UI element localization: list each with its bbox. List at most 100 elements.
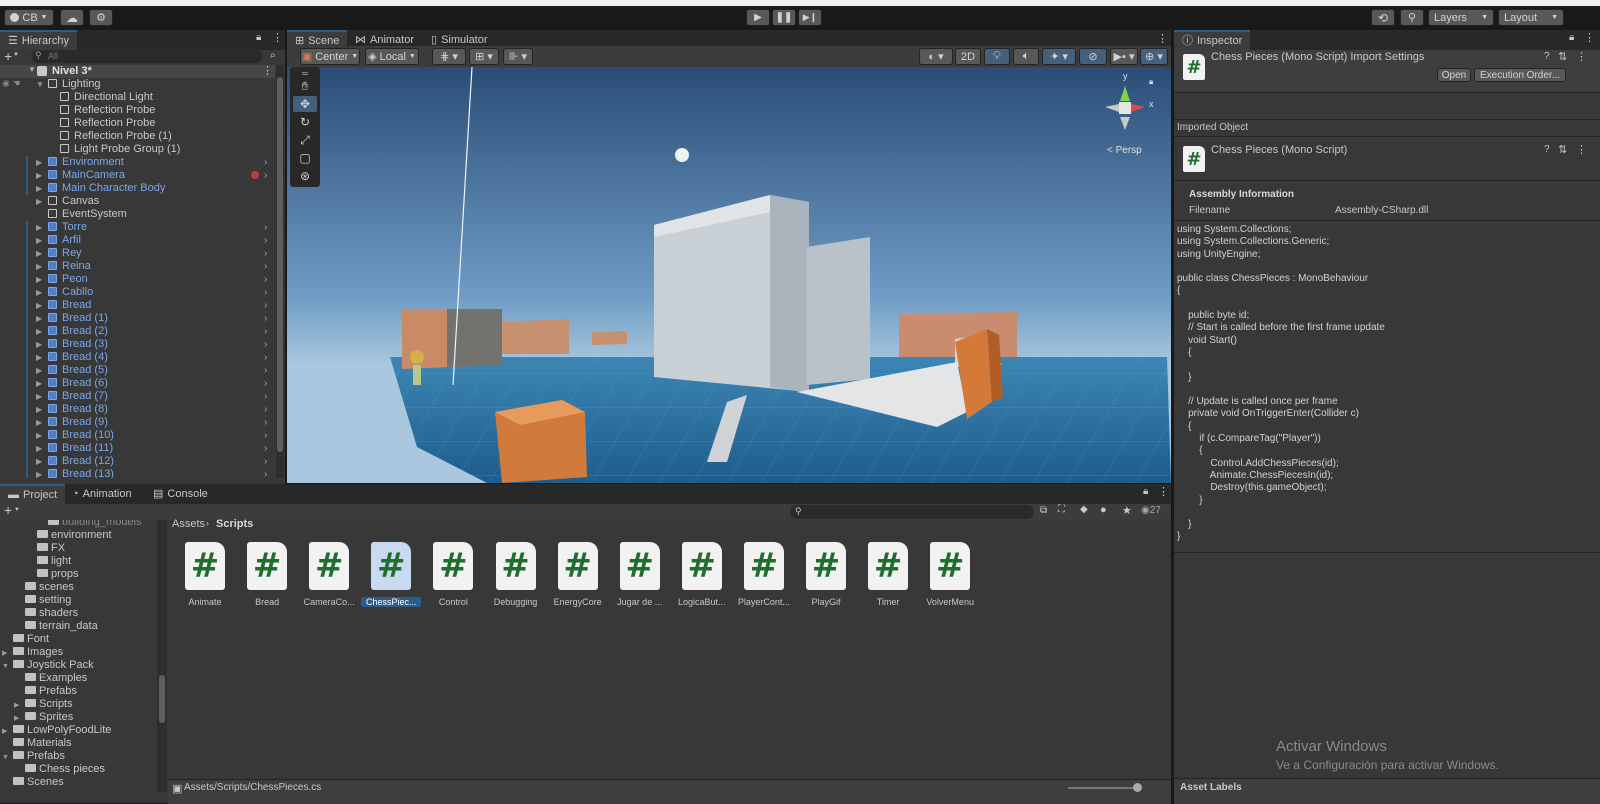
folder-tree-item[interactable]: environment [26,529,112,542]
expand-arrow-icon[interactable]: ▶ [36,390,46,403]
script-asset[interactable]: # PlayGif [796,542,856,607]
folder-tree-item[interactable]: ▶ Sprites [14,711,73,724]
star-icon[interactable]: ★ [1122,504,1132,517]
expand-arrow-icon[interactable]: ▶ [36,403,46,416]
cloud-button[interactable]: ☁ [60,9,84,26]
space-local-dropdown[interactable]: ◈ Local ▼ [365,48,419,65]
account-dropdown[interactable]: CB ▼ [4,9,54,26]
hand-tool-button[interactable]: ✋︎ [293,78,317,94]
hierarchy-item[interactable]: ▶ Peon › [0,273,270,286]
script-asset[interactable]: # Debugging [486,542,546,607]
palette-handle[interactable]: ═ [293,69,317,78]
expand-arrow-icon[interactable]: ▶ [36,260,46,273]
hierarchy-item[interactable]: ▶ Canvas [0,195,270,208]
execution-order-button[interactable]: Execution Order... [1474,68,1566,82]
expand-arrow-icon[interactable]: ▶ [36,286,46,299]
hierarchy-item[interactable]: ▶ Bread (2) › [0,325,270,338]
help-icon[interactable]: ? [1544,144,1550,155]
expand-arrow-icon[interactable]: ▶ [36,442,46,455]
open-prefab-icon[interactable]: › [264,325,267,338]
open-prefab-icon[interactable]: › [264,286,267,299]
expand-arrow-icon[interactable]: ▶ [36,156,46,169]
hierarchy-item[interactable]: ▶ Environment › [0,156,270,169]
folder-tree-item[interactable]: scenes [14,581,74,594]
expand-arrow-icon[interactable]: ▶ [36,169,46,182]
expand-arrow-icon[interactable]: ▼ [36,78,46,91]
expand-arrow-icon[interactable]: ▶ [36,455,46,468]
icon-size-slider-thumb[interactable] [1133,783,1142,792]
settings-button[interactable]: ⚙ [89,9,113,26]
icon-size-slider[interactable] [1068,783,1142,792]
script-asset[interactable]: # VolverMenu [920,542,980,607]
expand-arrow-icon[interactable]: ▶ [36,247,46,260]
move-tool-button[interactable]: ✥ [293,96,317,112]
grid-snap-button[interactable]: ⋕ ▾ [432,48,466,65]
script-asset[interactable]: # PlayerCont... [734,542,794,607]
hierarchy-scroll-thumb[interactable] [277,77,283,452]
help-icon[interactable]: ? [1544,51,1550,62]
label-icon[interactable]: ◆ [1080,504,1088,515]
transform-tool-button[interactable]: ⊛ [293,168,317,184]
folder-tree-item[interactable]: ▼ Prefabs [2,750,65,763]
script-asset[interactable]: # Animate [175,542,235,607]
hierarchy-item[interactable]: ▶ Reina › [0,260,270,273]
script-asset[interactable]: # Timer [858,542,918,607]
pause-button[interactable]: ❚❚ [772,9,796,26]
camera-settings-button[interactable]: ▶▪ ▾ [1110,48,1138,65]
open-prefab-icon[interactable]: › [264,338,267,351]
script-asset[interactable]: # LogicaBut... [672,542,732,607]
more-options-icon[interactable]: ⋮ [1157,32,1168,45]
toggle-2d-button[interactable]: 2D [955,48,981,65]
expand-arrow-icon[interactable]: ▶ [36,221,46,234]
undo-history-button[interactable]: ⟲ [1371,9,1395,26]
open-prefab-icon[interactable]: › [264,312,267,325]
expand-arrow-icon[interactable]: ▶ [36,338,46,351]
hierarchy-item[interactable]: ▶ Bread (9) › [0,416,270,429]
open-prefab-icon[interactable]: › [264,429,267,442]
hierarchy-item[interactable]: ▶ Bread (11) › [0,442,270,455]
layout-dropdown[interactable]: Layout ▼ [1498,9,1564,26]
hierarchy-item[interactable]: ▶ Bread › [0,299,270,312]
open-prefab-icon[interactable]: › [264,299,267,312]
increment-snap-button[interactable]: ⊞ ▾ [469,48,499,65]
hierarchy-item[interactable]: Reflection Probe [0,117,270,130]
open-prefab-icon[interactable]: › [264,260,267,273]
expand-arrow-icon[interactable]: ▶ [36,299,46,312]
expand-arrow-icon[interactable]: ▶ [36,234,46,247]
open-prefab-icon[interactable]: › [264,455,267,468]
folder-tree-item[interactable]: Chess pieces [14,763,105,776]
expand-arrow-icon[interactable]: ▶ [36,273,46,286]
script-asset[interactable]: # Control [423,542,483,607]
open-prefab-icon[interactable]: › [264,416,267,429]
folder-tree-item[interactable]: FX [26,542,65,555]
hierarchy-search-input[interactable]: ⚲ All [32,50,262,63]
open-prefab-icon[interactable]: › [264,364,267,377]
gizmos-button[interactable]: ⊕ ▾ [1140,48,1168,65]
align-button[interactable]: ⊪ ▾ [503,48,533,65]
folder-tree-item[interactable]: Prefabs [14,685,77,698]
tab-console[interactable]: ▤ Console [145,484,216,504]
open-prefab-icon[interactable]: › [264,390,267,403]
tab-project[interactable]: ▬ Project [0,484,66,504]
folder-tree-item[interactable]: terrain_data [14,620,98,633]
more-options-icon[interactable]: ⋮ [262,64,273,77]
hierarchy-item[interactable]: ▶ Cabllo › [0,286,270,299]
hierarchy-item[interactable]: ▼ Lighting [0,78,270,91]
expand-arrow-icon[interactable]: ▶ [36,377,46,390]
audio-toggle-button[interactable]: 🔈︎ [1013,48,1039,65]
rotate-tool-button[interactable]: ↻ [293,114,317,130]
open-button[interactable]: Open [1437,68,1471,82]
visibility-toggle-button[interactable]: ⊘ [1079,48,1107,65]
folder-tree-item[interactable]: ▼ Joystick Pack [2,659,94,672]
expand-arrow-icon[interactable]: ▼ [2,660,13,673]
folder-tree-item[interactable]: ▶ Images [2,646,63,659]
open-prefab-icon[interactable]: › [264,403,267,416]
more-options-icon[interactable]: ⋮ [272,31,283,44]
lock-icon[interactable]: 🔒︎ [1569,32,1574,43]
open-prefab-icon[interactable]: › [264,351,267,364]
open-prefab-icon[interactable]: › [264,234,267,247]
scene-viewport[interactable]: y x 🔒︎ < Persp ═ ✋︎ ✥ ↻ ⤢ ▢ ⊛ [287,67,1171,483]
hidden-packages-count[interactable]: ◉27 [1141,505,1161,516]
search-button[interactable]: ⚲ [1400,9,1424,26]
open-prefab-icon[interactable]: › [264,377,267,390]
